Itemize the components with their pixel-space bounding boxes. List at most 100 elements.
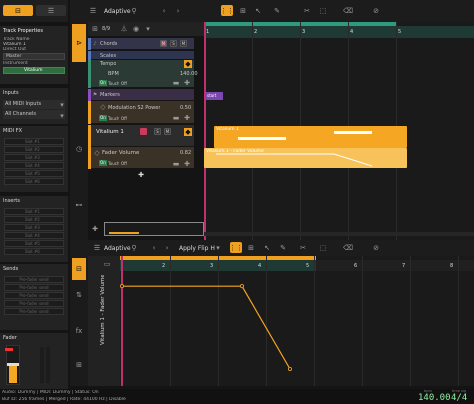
chevron-down-icon[interactable]: ▾ [58, 112, 66, 120]
track-tempo[interactable]: Tempo ◆ BPM 140.00 On Touch Off ▬ ✚ [88, 60, 198, 88]
plugin-slot[interactable]: Slot #4 [4, 232, 64, 239]
solo-button[interactable]: S [170, 40, 177, 47]
clock-icon[interactable]: ◷ [72, 144, 86, 154]
scissors-tool-icon[interactable]: ✂ [302, 6, 312, 16]
volume-fader[interactable] [6, 345, 20, 385]
midi-input-select[interactable]: All MIDI Inputs [3, 100, 65, 109]
editor-tab-button[interactable]: ⊟ [72, 258, 86, 280]
plugin-slot[interactable]: Pre-fader send [4, 300, 64, 307]
remove-lane-icon[interactable]: ▬ [172, 114, 180, 122]
plugin-slot[interactable]: Slot #5 [4, 240, 64, 247]
plugin-slot[interactable]: Pre-fader send [4, 292, 64, 299]
plugin-slot[interactable]: Slot #1 [4, 208, 64, 215]
on-toggle[interactable]: On [99, 80, 107, 86]
automation-toggle-icon[interactable]: ◆ [184, 60, 192, 68]
plugin-slot[interactable]: Pre-fader send [4, 308, 64, 315]
editor-snap-button[interactable]: ⋮⋮ [229, 242, 243, 253]
plugin-slot[interactable]: Slot #6 [4, 178, 64, 185]
tune-icon[interactable]: ⇅ [72, 290, 86, 300]
cursor-tool-icon[interactable]: ↖ [262, 243, 272, 253]
add-lane-icon[interactable]: ✚ [183, 160, 191, 168]
automation-editor-curve[interactable] [120, 256, 474, 386]
list-icon[interactable]: ☰ [93, 244, 101, 252]
add-lane-icon[interactable]: ✚ [183, 79, 191, 87]
chevron-right-icon[interactable]: › [174, 7, 182, 15]
buffer-status[interactable]: Buf sz: 256 frames | Merged | Rate: 4410… [2, 397, 126, 402]
snap-toggle-button[interactable]: ⋮⋮ [220, 5, 234, 16]
apply-function-select[interactable]: Apply Flip H [179, 245, 215, 252]
audio-status[interactable]: Audio: Dummy | MIDI: Dummy | Status: On [2, 390, 99, 395]
off-mode[interactable]: Off [121, 116, 127, 121]
grid-icon[interactable]: ⊞ [238, 6, 248, 16]
mute-button[interactable]: M [160, 40, 167, 47]
clip-vitalium[interactable]: Vitalium 1 [214, 126, 407, 148]
waveform-icon[interactable]: ⊷ [72, 200, 86, 210]
mixer-toggle-button[interactable]: ☰ [36, 5, 66, 16]
chevron-right-icon[interactable]: › [163, 244, 171, 252]
snap-preset-select[interactable]: Adaptive [104, 8, 131, 15]
touch-mode[interactable]: Touch [108, 161, 119, 166]
link-icon[interactable]: ⚲ [130, 7, 138, 15]
scissors-tool-icon[interactable]: ✂ [298, 243, 308, 253]
plugin-slot[interactable]: Slot #2 [4, 146, 64, 153]
chevron-left-icon[interactable]: ‹ [160, 7, 168, 15]
bpm-display[interactable]: 140.00 [418, 393, 451, 403]
arranger-tab-button[interactable]: ⊳ [72, 24, 86, 62]
fader-arm-button[interactable] [5, 348, 13, 351]
on-toggle[interactable]: On [99, 115, 107, 121]
overview-minimap[interactable] [104, 222, 204, 236]
clip-fader-volume[interactable]: Vitalium 1 - Fader Volume [204, 148, 407, 168]
direct-out-select[interactable]: Master [3, 53, 65, 60]
plugin-slot[interactable]: Slot #6 [4, 248, 64, 255]
plugin-slot[interactable]: Pre-fader send [4, 276, 64, 283]
plugin-slot[interactable]: Slot #2 [4, 216, 64, 223]
touch-mode[interactable]: Touch [108, 81, 119, 86]
track-fader-volume[interactable]: ◇ Fader Volume 0.82 On Touch Off ▬ ✚ [88, 147, 194, 169]
chevron-down-icon[interactable]: ▾ [144, 25, 152, 33]
comment-icon[interactable]: ▭ [102, 259, 112, 269]
automation-point[interactable] [240, 284, 245, 289]
track-markers[interactable]: ⚑ Markers [88, 89, 194, 101]
plugin-slot[interactable]: Slot #3 [4, 224, 64, 231]
pencil-tool-icon[interactable]: ✎ [272, 6, 282, 16]
time-sig-display[interactable]: 4/4 [451, 393, 467, 403]
cursor-tool-icon[interactable]: ↖ [253, 6, 263, 16]
grid-icon[interactable]: ⊞ [72, 360, 86, 370]
mute-button[interactable]: M [164, 128, 171, 135]
erase-tool-icon[interactable]: ⌫ [343, 243, 353, 253]
add-lane-icon[interactable]: ✚ [183, 114, 191, 122]
track-modulation[interactable]: ◇ Modulation S2 Power 0.50 On Touch Off … [88, 101, 194, 124]
off-mode[interactable]: Off [121, 161, 127, 166]
lane-value[interactable]: 0.50 [180, 105, 191, 111]
record-arm-button[interactable] [140, 128, 147, 135]
link-icon[interactable]: ⚲ [130, 244, 138, 252]
pencil-tool-icon[interactable]: ✎ [278, 243, 288, 253]
plugin-slot[interactable]: Slot #5 [4, 170, 64, 177]
plugin-slot[interactable]: Slot #1 [4, 138, 64, 145]
list-icon[interactable]: ☰ [89, 7, 97, 15]
channel-select[interactable]: All Channels [3, 110, 65, 119]
start-marker[interactable]: start [205, 92, 223, 100]
mute-tool-icon[interactable]: ⊘ [371, 6, 381, 16]
horizontal-scrollbar[interactable] [204, 232, 474, 236]
touch-mode[interactable]: Touch [108, 116, 119, 121]
track-scales[interactable]: Scales [88, 51, 194, 60]
chevron-left-icon[interactable]: ‹ [150, 244, 158, 252]
select-tool-icon[interactable]: ⬚ [318, 6, 328, 16]
erase-tool-icon[interactable]: ⌫ [343, 6, 353, 16]
chevron-down-icon[interactable]: ▾ [58, 101, 66, 109]
chevron-down-icon[interactable]: ▾ [214, 244, 222, 252]
grid-icon[interactable]: ⊞ [246, 243, 256, 253]
instrument-slot[interactable]: Vitalium [3, 67, 65, 74]
solo-button[interactable]: S [154, 128, 161, 135]
fx-icon[interactable]: fx [72, 326, 86, 336]
eye-icon[interactable]: ◉ [132, 25, 140, 33]
mute-tool-icon[interactable]: ⊘ [371, 243, 381, 253]
select-tool-icon[interactable]: ⬚ [318, 243, 328, 253]
add-track-icon[interactable]: ✚ [90, 224, 100, 234]
remove-lane-icon[interactable]: ▬ [172, 160, 180, 168]
inspector-toggle-button[interactable]: ⊟ [3, 5, 33, 16]
automation-point[interactable] [287, 367, 292, 372]
automation-toggle-icon[interactable]: ◆ [184, 128, 192, 136]
plugin-slot[interactable]: Slot #4 [4, 162, 64, 169]
